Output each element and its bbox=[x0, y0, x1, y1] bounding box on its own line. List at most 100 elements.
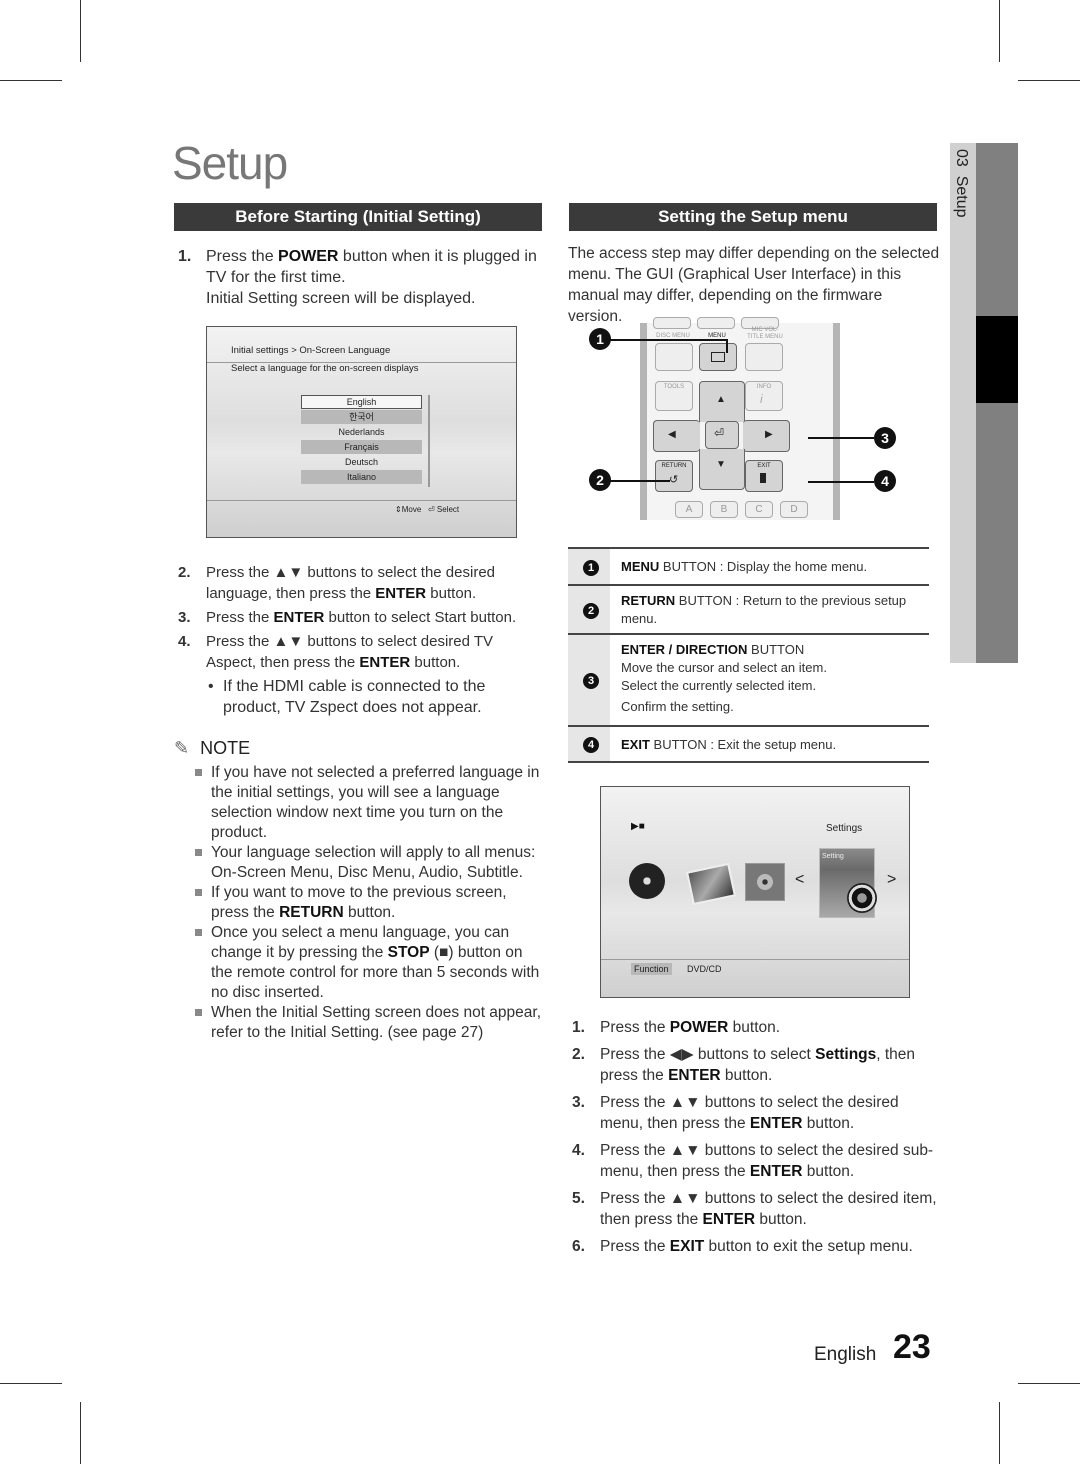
side-tab-label: 03 Setup bbox=[953, 149, 970, 218]
screen-breadcrumb: Initial settings > On-Screen Language bbox=[231, 345, 391, 356]
hdmi-bullet: • If the HDMI cable is connected to the p… bbox=[208, 678, 486, 716]
tab-function[interactable]: Function bbox=[631, 963, 672, 975]
table-bottom-rule bbox=[568, 761, 929, 763]
page-number: 23 bbox=[893, 1328, 931, 1366]
setup-step: 5. Press the ▲▼ buttons to select the des… bbox=[572, 1190, 937, 1228]
callout-line-1 bbox=[610, 339, 728, 353]
note-list: If you have not selected a preferred lan… bbox=[174, 763, 546, 1043]
next-arrow-icon[interactable]: > bbox=[887, 871, 896, 889]
video-reel-icon[interactable] bbox=[629, 863, 665, 899]
color-key-a[interactable]: A bbox=[675, 501, 703, 518]
photo-icon[interactable] bbox=[685, 862, 737, 906]
crop-mark bbox=[0, 80, 62, 81]
note-item: If you want to move to the previous scre… bbox=[174, 883, 546, 923]
initial-setting-screen: Initial settings > On-Screen Language Se… bbox=[206, 326, 517, 538]
left-button[interactable]: ◀ bbox=[653, 420, 700, 452]
enter-button[interactable]: ⏎ bbox=[705, 421, 739, 449]
note-item: When the Initial Setting screen does not… bbox=[174, 1003, 546, 1043]
language-option[interactable]: English bbox=[301, 395, 422, 409]
note-item: Your language selection will apply to al… bbox=[174, 843, 546, 883]
setup-step: 2. Press the ◀▶ buttons to select Setting… bbox=[572, 1046, 916, 1084]
setup-intro: The access step may differ depending on … bbox=[568, 245, 940, 325]
footer-language: English bbox=[814, 1344, 877, 1365]
color-key-b[interactable]: B bbox=[710, 501, 738, 518]
callout-2: 2 bbox=[589, 469, 611, 491]
left-arrow-icon: ◀ bbox=[668, 429, 676, 440]
section-header-setup-menu: Setting the Setup menu bbox=[569, 203, 937, 231]
section-header-initial-setting: Before Starting (Initial Setting) bbox=[174, 203, 542, 231]
color-key-c[interactable]: C bbox=[745, 501, 773, 518]
move-icon: ⇕ bbox=[395, 505, 402, 514]
play-stop-icon: ▶■ bbox=[631, 821, 645, 832]
setup-step: 4. Press the ▲▼ buttons to select the des… bbox=[572, 1142, 934, 1180]
tools-button[interactable]: TOOLS bbox=[655, 381, 693, 411]
language-option[interactable]: 한국어 bbox=[301, 410, 422, 424]
screen-divider bbox=[601, 959, 909, 960]
crop-mark bbox=[80, 1402, 81, 1464]
home-menu-screen: ▶■ Settings < Setting > Function DVD/CD bbox=[600, 786, 910, 998]
callout-number: 2 bbox=[583, 602, 599, 619]
up-button[interactable]: ▲ bbox=[699, 381, 745, 422]
crop-mark bbox=[999, 0, 1000, 62]
crop-mark bbox=[1018, 80, 1080, 81]
crop-mark bbox=[0, 1383, 62, 1384]
down-button[interactable]: ▼ bbox=[699, 449, 745, 490]
setup-step: 1. Press the POWER button. bbox=[572, 1019, 781, 1036]
return-icon: ↺ bbox=[669, 474, 679, 486]
left-step: 3. Press the ENTER button to select Start… bbox=[178, 609, 517, 626]
down-arrow-icon: ▼ bbox=[716, 459, 726, 470]
crop-mark bbox=[999, 1402, 1000, 1464]
exit-button[interactable]: EXIT bbox=[745, 460, 783, 492]
crop-mark bbox=[80, 0, 81, 62]
page-title: Setup bbox=[172, 137, 288, 189]
left-step: 2. Press the ▲▼ buttons to select the des… bbox=[178, 564, 496, 602]
button-table-row: 4 EXIT BUTTON : Exit the setup menu. bbox=[568, 725, 929, 763]
left-steps: 2. Press the ▲▼ buttons to select the des… bbox=[174, 562, 546, 718]
selected-item-label: Settings bbox=[826, 823, 863, 834]
exit-icon bbox=[760, 473, 766, 483]
music-icon[interactable] bbox=[745, 863, 785, 901]
screen-divider bbox=[207, 500, 516, 501]
callout-line-4 bbox=[808, 481, 874, 483]
note-item: If you have not selected a preferred lan… bbox=[174, 763, 546, 843]
enter-icon: ⏎ bbox=[427, 505, 435, 514]
callout-line-2 bbox=[610, 480, 670, 482]
setup-steps: 1. Press the POWER button. 2. Press the ◀▶ … bbox=[568, 1017, 940, 1263]
language-option[interactable]: Français bbox=[301, 440, 422, 454]
left-step-1: 1. Press the POWER button when it is plu… bbox=[178, 248, 537, 307]
callout-line-3 bbox=[808, 437, 874, 439]
side-tab-active-marker bbox=[976, 316, 1018, 403]
left-step: 4. Press the ▲▼ buttons to select desired… bbox=[178, 633, 494, 671]
language-option[interactable]: Deutsch bbox=[301, 455, 422, 469]
return-button[interactable]: RETURN ↺ bbox=[655, 460, 693, 492]
color-key-d[interactable]: D bbox=[780, 501, 808, 518]
setup-step: 6. Press the EXIT button to exit the setu… bbox=[572, 1238, 913, 1255]
setup-step: 3. Press the ▲▼ buttons to select the des… bbox=[572, 1094, 899, 1132]
language-option[interactable]: Nederlands bbox=[301, 425, 422, 439]
callout-1: 1 bbox=[589, 328, 611, 350]
prev-arrow-icon[interactable]: < bbox=[795, 871, 804, 889]
language-option[interactable]: Italiano bbox=[301, 470, 422, 484]
title-menu-button[interactable] bbox=[745, 343, 783, 371]
screen-instruction: Select a language for the on-screen disp… bbox=[231, 363, 419, 374]
note-item: Once you select a menu language, you can… bbox=[174, 923, 546, 1003]
crop-mark bbox=[1018, 1383, 1080, 1384]
language-scrollbar[interactable] bbox=[428, 395, 430, 487]
callout-number: 4 bbox=[583, 737, 599, 753]
up-arrow-icon: ▲ bbox=[716, 394, 726, 405]
info-button[interactable]: INFO i bbox=[745, 381, 783, 411]
button-table-row: 1 MENU BUTTON : Display the home menu. bbox=[568, 547, 929, 586]
tab-dvd-cd[interactable]: DVD/CD bbox=[687, 964, 722, 974]
button-table-row: 2 RETURN BUTTON : Return to the previous … bbox=[568, 584, 929, 635]
right-button[interactable]: ▶ bbox=[743, 420, 790, 452]
callout-4: 4 bbox=[874, 470, 896, 492]
callout-number: 3 bbox=[583, 673, 599, 689]
menu-icon bbox=[711, 352, 725, 362]
side-tab-bar bbox=[976, 143, 1018, 663]
side-tab: 03 Setup bbox=[950, 143, 976, 663]
button-table-row: 3 ENTER / DIRECTION BUTTON Move the cursor… bbox=[568, 633, 929, 727]
pencil-icon: ✎ bbox=[174, 738, 190, 758]
info-icon: i bbox=[760, 392, 763, 406]
callout-number: 1 bbox=[583, 559, 599, 576]
hint-bar: ⇕Move ⏎ Select bbox=[395, 505, 460, 514]
